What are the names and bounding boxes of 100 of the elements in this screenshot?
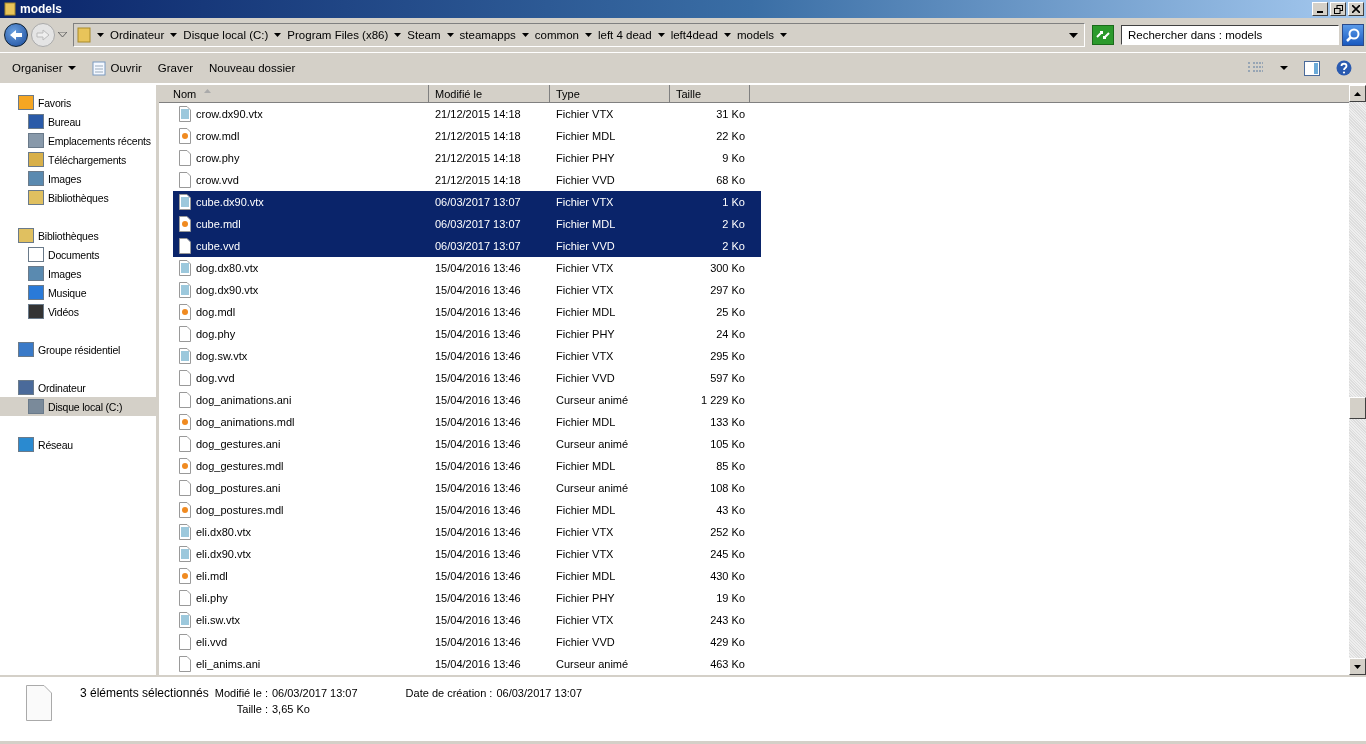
size-cell-text: 9 Ko [721, 152, 746, 164]
sidebar-item[interactable]: Bibliothèques [0, 226, 156, 245]
file-row[interactable]: eli.vvd 15/04/2016 13:46 Fichier VVD 429 Ko [173, 631, 761, 653]
file-row[interactable]: crow.vvd 21/12/2015 14:18 Fichier VVD 68 Ko [173, 169, 761, 191]
file-name: eli.dx80.vtx [196, 526, 252, 538]
file-row[interactable]: dog_postures.mdl 15/04/2016 13:46 Fichier MDL 43 Ko [173, 499, 761, 521]
file-row[interactable]: eli.sw.vtx 15/04/2016 13:46 Fichier VTX 243 Ko [173, 609, 761, 631]
minimize-button[interactable] [1312, 2, 1328, 16]
file-row[interactable]: dog_animations.mdl 15/04/2016 13:46 Fichier MDL 133 Ko [173, 411, 761, 433]
caret-icon[interactable] [724, 33, 731, 37]
breadcrumb-item[interactable]: Program Files (x86) [287, 29, 389, 41]
sidebar-item[interactable]: Groupe résidentiel [0, 340, 156, 359]
file-row[interactable]: dog.mdl 15/04/2016 13:46 Fichier MDL 25 Ko [173, 301, 761, 323]
refresh-button[interactable] [1092, 25, 1114, 45]
breadcrumb-item[interactable]: left4dead [670, 29, 718, 41]
caret-icon[interactable] [97, 33, 104, 37]
caret-icon[interactable] [446, 33, 454, 37]
help-icon[interactable] [1336, 60, 1352, 76]
organize-button[interactable]: Organiser [12, 62, 76, 74]
caret-icon[interactable] [657, 33, 665, 37]
sidebar-item[interactable]: Musique [0, 283, 156, 302]
file-icon [179, 216, 191, 232]
breadcrumb-item[interactable]: Disque local (C:) [183, 29, 269, 41]
breadcrumb-item[interactable]: left 4 dead [597, 29, 652, 41]
scroll-thumb[interactable] [1349, 397, 1366, 419]
breadcrumb-item[interactable]: common [534, 29, 579, 41]
caret-icon[interactable] [394, 33, 402, 37]
file-name: crow.phy [196, 152, 240, 164]
sidebar-item[interactable]: Disque local (C:) [0, 397, 156, 416]
sidebar-item[interactable]: Images [0, 264, 156, 283]
burn-button[interactable]: Graver [157, 62, 193, 74]
file-row[interactable]: crow.phy 21/12/2015 14:18 Fichier PHY 9 Ko [173, 147, 761, 169]
breadcrumb-item[interactable]: steamapps [459, 29, 516, 41]
sidebar-icon [18, 342, 34, 357]
caret-icon[interactable] [584, 33, 592, 37]
column-header[interactable]: Taille [670, 85, 750, 102]
sidebar-item[interactable]: Images [0, 169, 156, 188]
file-row[interactable]: eli.dx90.vtx 15/04/2016 13:46 Fichier VTX 245 Ko [173, 543, 761, 565]
column-header[interactable]: Modifié le [429, 85, 550, 102]
file-row[interactable]: eli.phy 15/04/2016 13:46 Fichier PHY 19 Ko [173, 587, 761, 609]
sidebar-item[interactable]: Documents [0, 245, 156, 264]
file-row[interactable]: eli.dx80.vtx 15/04/2016 13:46 Fichier VTX 252 Ko [173, 521, 761, 543]
file-row[interactable]: dog.sw.vtx 15/04/2016 13:46 Fichier VTX 295 Ko [173, 345, 761, 367]
file-row[interactable]: dog_gestures.mdl 15/04/2016 13:46 Fichier MDL 85 Ko [173, 455, 761, 477]
file-row[interactable]: dog_animations.ani 15/04/2016 13:46 Curseur animé 1 229 Ko [173, 389, 761, 411]
search-field[interactable]: Rechercher dans : models [1121, 25, 1339, 45]
column-header[interactable]: Nom [159, 85, 429, 102]
type-cell-text: Fichier MDL [555, 218, 617, 230]
type-cell-text: Curseur animé [555, 394, 630, 406]
search-button[interactable] [1342, 24, 1364, 46]
breadcrumb-item[interactable]: Steam [407, 29, 441, 41]
caret-icon[interactable] [780, 33, 788, 37]
file-name: eli_anims.ani [196, 658, 261, 670]
scrollbar[interactable] [1349, 85, 1366, 675]
sidebar-item[interactable]: Vidéos [0, 302, 156, 321]
caret-icon[interactable] [1280, 66, 1288, 70]
sort-arrow-icon [204, 88, 212, 93]
caret-icon[interactable] [521, 33, 529, 37]
file-row[interactable]: dog.dx90.vtx 15/04/2016 13:46 Fichier VTX 297 Ko [173, 279, 761, 301]
type-cell-text: Fichier VVD [555, 240, 616, 252]
caret-icon[interactable] [170, 33, 178, 37]
sidebar-item[interactable]: Bibliothèques [0, 188, 156, 207]
restore-button[interactable] [1330, 2, 1346, 16]
sidebar-item[interactable]: Favoris [0, 93, 156, 112]
file-row[interactable]: dog.dx80.vtx 15/04/2016 13:46 Fichier VTX 300 Ko [173, 257, 761, 279]
file-row[interactable]: cube.dx90.vtx 06/03/2017 13:07 Fichier VTX 1 Ko [173, 191, 761, 213]
caret-icon[interactable] [274, 33, 282, 37]
file-row[interactable]: dog_postures.ani 15/04/2016 13:46 Curseur animé 108 Ko [173, 477, 761, 499]
file-row[interactable]: dog.vvd 15/04/2016 13:46 Fichier VVD 597 Ko [173, 367, 761, 389]
file-row[interactable]: crow.mdl 21/12/2015 14:18 Fichier MDL 22 Ko [173, 125, 761, 147]
file-row[interactable]: eli.mdl 15/04/2016 13:46 Fichier MDL 430 Ko [173, 565, 761, 587]
preview-pane-icon[interactable] [1304, 60, 1320, 76]
file-name: dog_postures.mdl [196, 504, 284, 516]
file-row[interactable]: cube.mdl 06/03/2017 13:07 Fichier MDL 2 Ko [173, 213, 761, 235]
file-name: eli.sw.vtx [196, 614, 240, 626]
file-row[interactable]: dog_gestures.ani 15/04/2016 13:46 Curseur animé 105 Ko [173, 433, 761, 455]
size-cell-text: 252 Ko [709, 526, 746, 538]
date-cell-text: 15/04/2016 13:46 [434, 592, 522, 604]
open-button[interactable]: Ouvrir [91, 60, 142, 76]
sidebar-item[interactable]: Téléchargements [0, 150, 156, 169]
file-row[interactable]: dog.phy 15/04/2016 13:46 Fichier PHY 24 Ko [173, 323, 761, 345]
dropdown-caret-icon[interactable] [1069, 32, 1078, 38]
size-cell-text: 22 Ko [715, 130, 746, 142]
back-button[interactable] [4, 23, 28, 47]
detail-value: 06/03/2017 13:07 [271, 687, 358, 699]
column-header[interactable]: Type [550, 85, 670, 102]
sidebar-item[interactable]: Réseau [0, 435, 156, 454]
file-row[interactable]: cube.vvd 06/03/2017 13:07 Fichier VVD 2 Ko [173, 235, 761, 257]
type-cell-text: Fichier PHY [555, 328, 616, 340]
sidebar-item[interactable]: Ordinateur [0, 378, 156, 397]
sidebar-item[interactable]: Emplacements récents [0, 131, 156, 150]
sidebar-item[interactable]: Bureau [0, 112, 156, 131]
type-cell-text: Fichier MDL [555, 416, 617, 428]
file-row[interactable]: eli_anims.ani 15/04/2016 13:46 Curseur animé 463 Ko [173, 653, 761, 675]
new-folder-button[interactable]: Nouveau dossier [208, 62, 296, 74]
breadcrumb-item[interactable]: Ordinateur [110, 29, 165, 41]
breadcrumb-item[interactable]: models [737, 29, 775, 41]
address-bar[interactable]: Ordinateur Disque local (C:) Program Files (x86) Steam steamapps common left 4 dead left4dead models [73, 23, 1085, 47]
file-row[interactable]: crow.dx90.vtx 21/12/2015 14:18 Fichier VTX 31 Ko [173, 103, 761, 125]
close-button[interactable] [1348, 2, 1364, 16]
